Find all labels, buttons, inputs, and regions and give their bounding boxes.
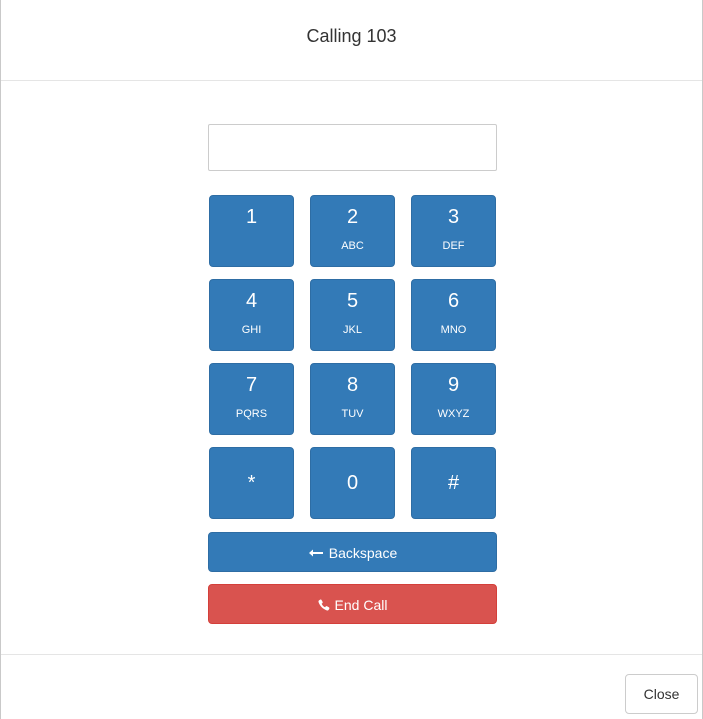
key-letters: JKL (343, 324, 362, 336)
key-6[interactable]: 6 MNO (411, 279, 496, 351)
phone-icon (317, 585, 330, 625)
key-digit: 9 (447, 374, 460, 396)
key-0[interactable]: 0 (310, 447, 395, 519)
backspace-button[interactable]: Backspace (208, 532, 497, 572)
key-7[interactable]: 7 PQRS (209, 363, 294, 435)
key-letters: MNO (440, 324, 467, 336)
key-letters: DEF (442, 240, 465, 252)
key-digit: * (247, 472, 256, 494)
key-letters: ABC (341, 240, 364, 252)
end-call-label: End Call (334, 597, 388, 613)
dial-input[interactable] (208, 124, 497, 171)
key-digit: 0 (346, 472, 359, 494)
end-call-button[interactable]: End Call (208, 584, 497, 624)
arrow-left-icon (308, 533, 324, 573)
key-letters: TUV (341, 408, 364, 420)
key-8[interactable]: 8 TUV (310, 363, 395, 435)
key-9[interactable]: 9 WXYZ (411, 363, 496, 435)
key-digit: 2 (346, 206, 359, 228)
key-2[interactable]: 2 ABC (310, 195, 395, 267)
key-digit: 7 (245, 374, 258, 396)
key-digit: 6 (447, 290, 460, 312)
key-star[interactable]: * (209, 447, 294, 519)
key-3[interactable]: 3 DEF (411, 195, 496, 267)
key-letters: PQRS (235, 408, 268, 420)
key-digit: 1 (245, 206, 258, 228)
key-4[interactable]: 4 GHI (209, 279, 294, 351)
key-5[interactable]: 5 JKL (310, 279, 395, 351)
key-digit: 3 (447, 206, 460, 228)
backspace-label: Backspace (328, 545, 398, 561)
key-1[interactable]: 1 (209, 195, 294, 267)
key-letters: GHI (241, 324, 262, 336)
modal-header: Calling 103 (1, 0, 702, 81)
key-digit: 8 (346, 374, 359, 396)
modal-title: Calling 103 (306, 26, 397, 46)
key-digit: 5 (346, 290, 359, 312)
key-digit: # (447, 472, 460, 494)
call-modal: Calling 103 1 2 ABC 3 DEF 4 GHI 5 JKL 6 … (0, 0, 703, 719)
key-letters: WXYZ (437, 408, 470, 420)
key-hash[interactable]: # (411, 447, 496, 519)
key-digit: 4 (245, 290, 258, 312)
modal-footer: Close (1, 654, 702, 719)
close-button[interactable]: Close (625, 674, 698, 714)
